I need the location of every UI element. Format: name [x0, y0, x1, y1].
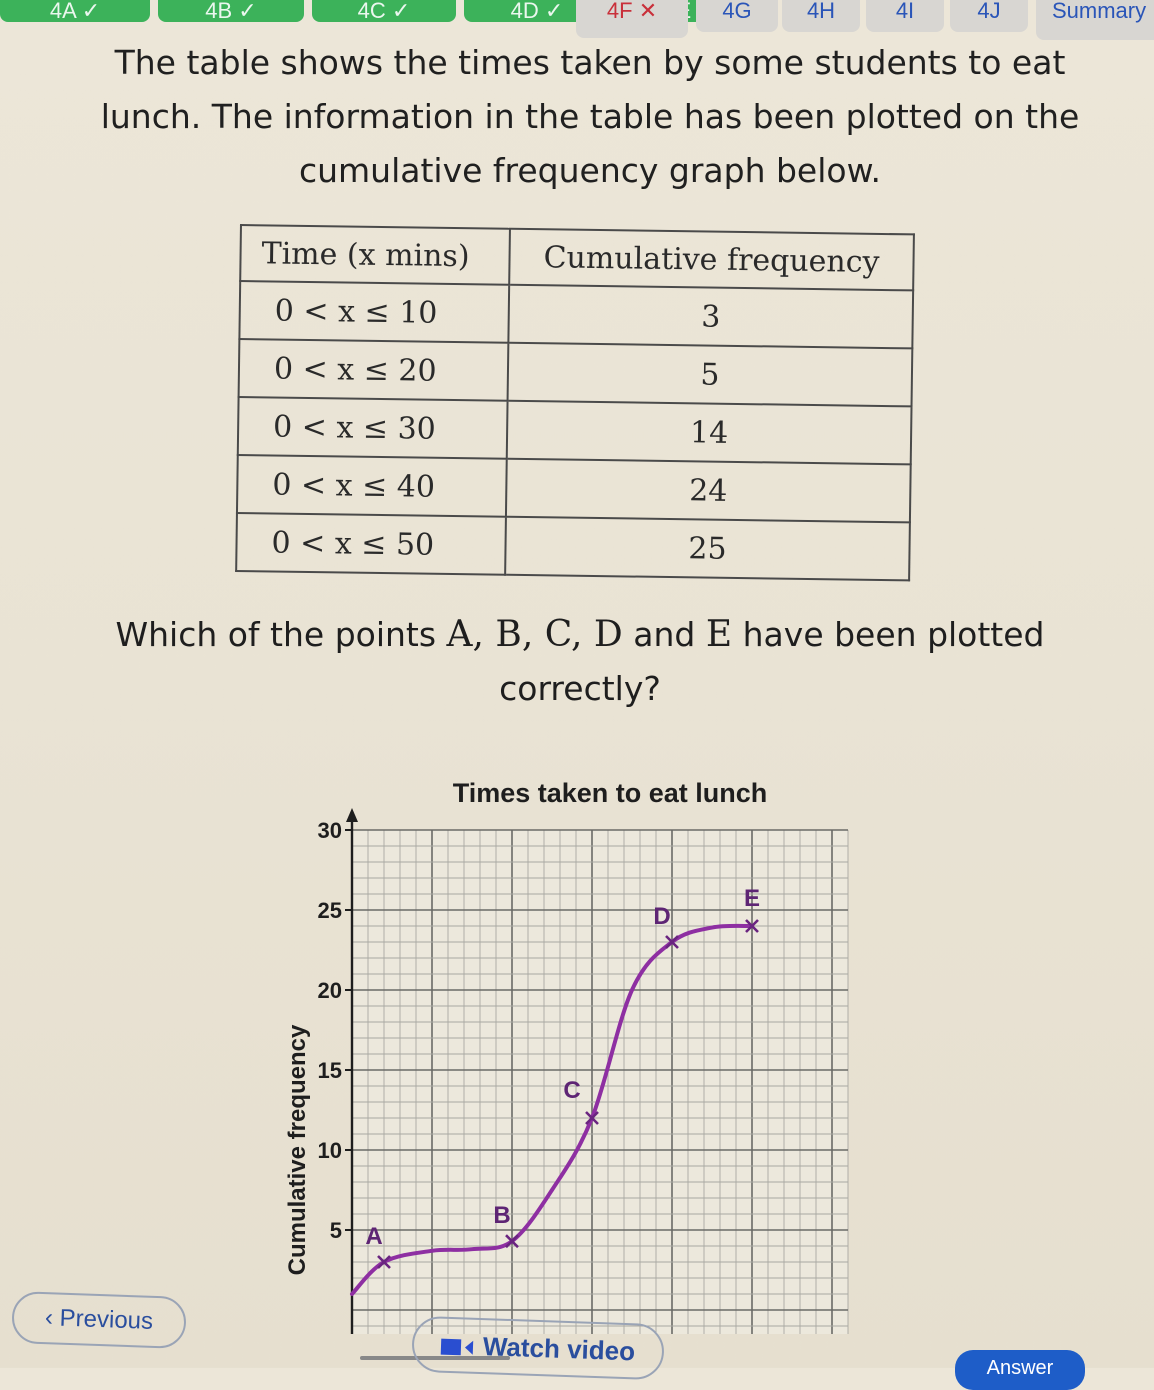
cumulative-frequency-table: Time (x mins) Cumulative frequency 0 < x… — [235, 224, 915, 581]
table-row: 0 < x ≤ 50 25 — [236, 512, 910, 581]
point-label: A — [365, 1223, 382, 1250]
cf-cell: 5 — [507, 342, 913, 407]
point-label: E — [744, 885, 760, 912]
tab-summary[interactable]: Summary — [1036, 0, 1154, 40]
cf-cell: 25 — [505, 516, 910, 581]
tab-4c[interactable]: 4C ✓ — [312, 0, 456, 23]
y-tick-label: 25 — [318, 898, 342, 923]
y-tick-label: 15 — [318, 1058, 342, 1083]
point-label: D — [653, 903, 670, 930]
interval-cell: 0 < x ≤ 20 — [238, 339, 509, 401]
tab-4h[interactable]: 4H — [782, 0, 860, 32]
tab-label: 4D — [510, 0, 539, 23]
y-tick-label: 20 — [318, 978, 342, 1003]
y-axis-label: Cumulative frequency — [284, 1024, 311, 1275]
tab-label: 4H — [806, 0, 836, 23]
header-time: Time (x mins) — [240, 225, 510, 285]
check-icon: ✓ — [544, 0, 564, 23]
intro-line-2: lunch. The information in the table has … — [100, 97, 1080, 136]
answer-label: Answer — [986, 1357, 1054, 1379]
interval-cell: 0 < x ≤ 30 — [237, 396, 508, 459]
cf-cell: 24 — [505, 458, 911, 523]
cross-icon: ✕ — [638, 0, 658, 23]
check-icon: ✓ — [238, 0, 257, 23]
table-header-row: Time (x mins) Cumulative frequency — [240, 225, 914, 291]
y-tick-label: 10 — [318, 1138, 342, 1163]
cumulative-frequency-chart: Times taken to eat lunch Cumulative freq… — [284, 778, 849, 1334]
intro-line-3: cumulative frequency graph below. — [298, 151, 882, 190]
question-prefix: Which of the points — [115, 615, 447, 654]
chevron-left-icon: ‹ — [44, 1304, 61, 1332]
table-row: 0 < x ≤ 30 14 — [237, 396, 912, 465]
question-last-point: E — [705, 614, 733, 655]
question-text: Which of the points A, B, C, D and E hav… — [60, 608, 1100, 716]
watch-video-label: Watch video — [482, 1331, 636, 1367]
chart-title: Times taken to eat lunch — [453, 778, 768, 808]
tab-4g[interactable]: 4G — [696, 0, 778, 32]
tab-4a[interactable]: 4A ✓ — [0, 0, 150, 23]
point-label: B — [493, 1202, 510, 1229]
header-cumulative-frequency: Cumulative frequency — [509, 228, 914, 291]
y-axis-arrow-icon — [346, 808, 358, 822]
check-icon: ✓ — [81, 0, 101, 23]
video-camera-icon — [440, 1338, 462, 1356]
question-tabs: 4A ✓ 4B ✓ 4C ✓ 4D ✓ 4E ✓ 4F ✕ 4G 4H 4I 4… — [0, 0, 1154, 40]
check-icon: ✓ — [391, 0, 411, 23]
tab-label: 4B — [205, 0, 233, 23]
y-tick-label: 30 — [318, 818, 342, 843]
intro-line-1: The table shows the times taken by some … — [114, 43, 1066, 82]
tab-label: 4A — [49, 0, 76, 23]
table-row: 0 < x ≤ 10 3 — [239, 281, 914, 349]
question-and: and — [622, 615, 706, 654]
tab-label: 4I — [895, 0, 915, 23]
tab-label: Summary — [1052, 0, 1147, 23]
plot-area — [352, 830, 848, 1334]
y-tick-label: 5 — [330, 1218, 342, 1243]
question-suffix: have been plotted — [732, 615, 1045, 654]
tab-label: 4C — [357, 0, 386, 23]
tab-label: 4J — [977, 0, 1001, 23]
interval-cell: 0 < x ≤ 50 — [236, 512, 506, 575]
tab-label: 4G — [722, 0, 752, 23]
previous-label: Previous — [59, 1304, 154, 1335]
question-points: A, B, C, D — [446, 614, 623, 655]
watch-video-button[interactable]: Watch video — [411, 1315, 665, 1381]
video-camera-lens-icon — [464, 1340, 474, 1355]
tab-4f[interactable]: 4F ✕ — [576, 0, 688, 38]
table-row: 0 < x ≤ 40 24 — [236, 454, 911, 523]
tab-4i[interactable]: 4I — [866, 0, 944, 32]
chart-grid — [351, 829, 849, 1334]
table-row: 0 < x ≤ 20 5 — [238, 339, 913, 407]
question-line-2: correctly? — [499, 669, 661, 708]
interval-cell: 0 < x ≤ 40 — [236, 454, 507, 517]
tab-label: 4F — [606, 0, 633, 23]
tab-4b[interactable]: 4B ✓ — [158, 0, 304, 23]
point-label: C — [563, 1077, 580, 1104]
cf-cell: 3 — [508, 284, 914, 349]
answer-button[interactable]: Answer — [955, 1350, 1085, 1390]
y-ticks: 5 10 15 20 25 30 — [318, 818, 352, 1243]
tab-4j[interactable]: 4J — [950, 0, 1028, 32]
previous-button[interactable]: ‹ Previous — [11, 1290, 187, 1350]
cf-cell: 14 — [506, 400, 912, 465]
interval-cell: 0 < x ≤ 10 — [239, 281, 510, 343]
